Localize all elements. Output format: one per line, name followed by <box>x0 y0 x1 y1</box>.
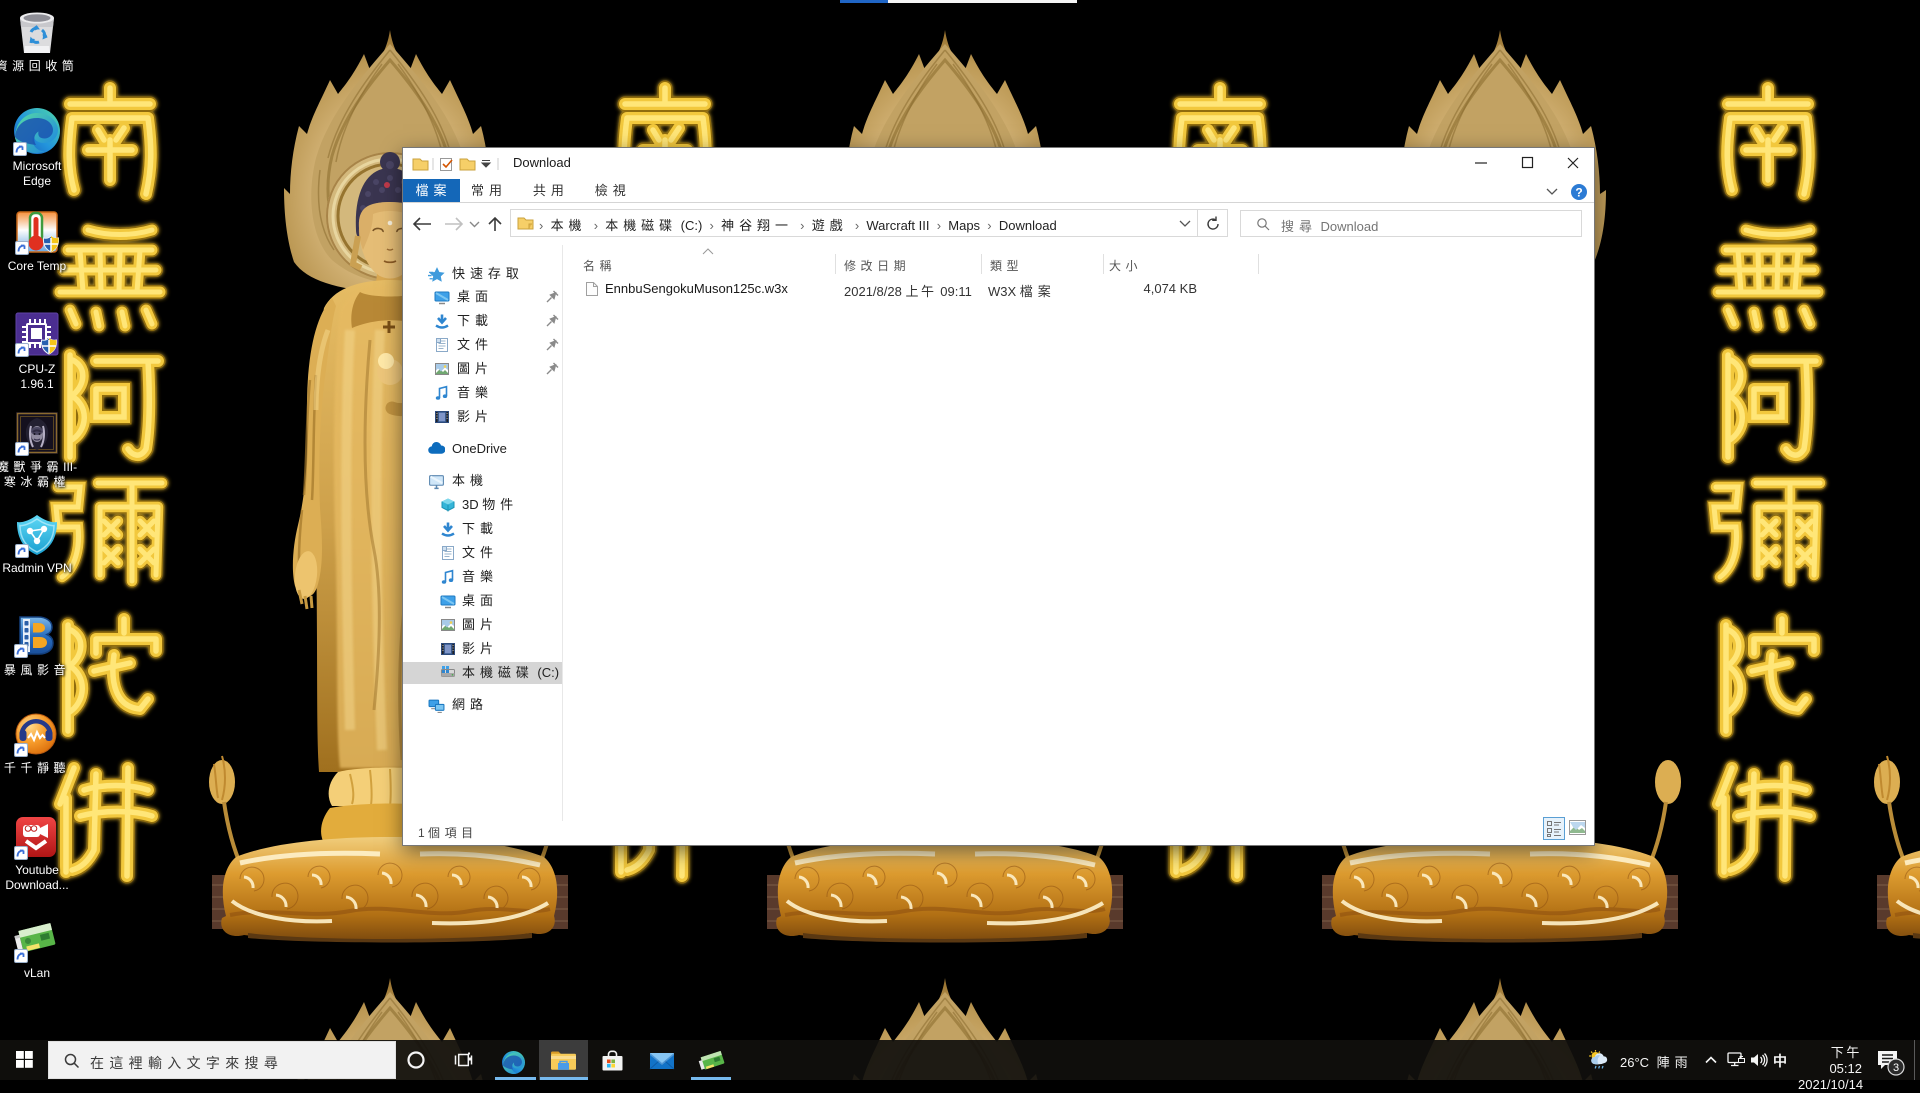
svg-text:?: ? <box>1575 186 1582 200</box>
svg-text:3: 3 <box>1893 1062 1899 1074</box>
